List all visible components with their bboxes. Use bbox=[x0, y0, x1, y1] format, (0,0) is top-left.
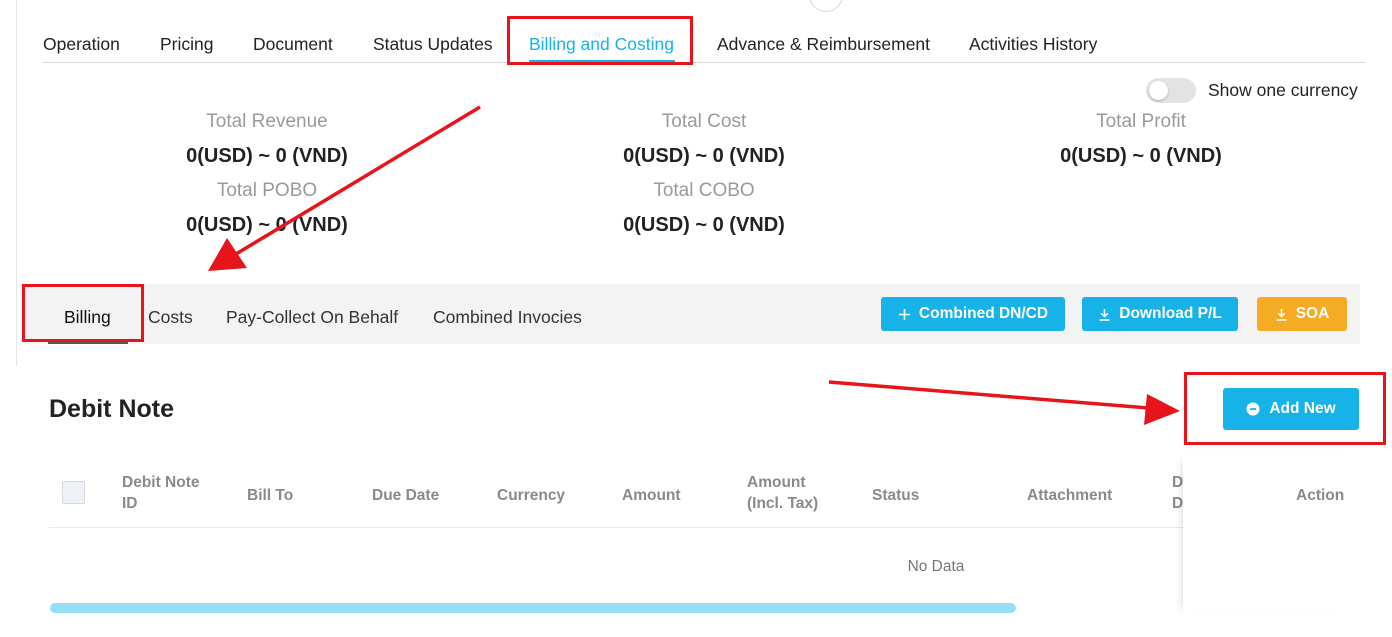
left-divider bbox=[16, 0, 17, 366]
col-action: Action bbox=[1296, 487, 1345, 504]
debit-note-table-header: Debit Note ID Bill To Due Date Currency … bbox=[49, 462, 1359, 528]
total-cobo-label: Total COBO bbox=[653, 180, 755, 201]
annotation-box-add-new bbox=[1184, 372, 1386, 445]
tab-pricing[interactable]: Pricing bbox=[160, 34, 214, 55]
download-pl-label: Download P/L bbox=[1119, 305, 1222, 322]
total-profit-value: 0(USD) ~ 0 (VND) bbox=[1060, 145, 1222, 167]
total-pobo-value: 0(USD) ~ 0 (VND) bbox=[186, 214, 348, 236]
tab-status-updates[interactable]: Status Updates bbox=[373, 34, 493, 55]
show-one-currency-label: Show one currency bbox=[1208, 80, 1358, 100]
col-attachment[interactable]: Attachment bbox=[1027, 485, 1112, 506]
download-pl-button[interactable]: Download P/L bbox=[1082, 297, 1238, 331]
col-debit-note-id-line2: ID bbox=[122, 495, 138, 512]
subtab-costs[interactable]: Costs bbox=[148, 307, 193, 328]
combined-dn-cd-label: Combined DN/CD bbox=[918, 305, 1049, 322]
total-revenue-label: Total Revenue bbox=[206, 111, 328, 132]
download-icon bbox=[1275, 308, 1288, 321]
main-tabs: Operation Pricing Document Status Update… bbox=[42, 26, 1366, 63]
download-icon bbox=[1098, 308, 1111, 321]
billing-subtab-bar: Billing Costs Pay-Collect On Behalf Comb… bbox=[24, 284, 1360, 344]
plus-icon bbox=[898, 308, 911, 321]
col-debit-note-id[interactable]: Debit Note ID bbox=[122, 472, 200, 514]
col-amount-incl-tax[interactable]: Amount (Incl. Tax) bbox=[747, 472, 818, 514]
col-status[interactable]: Status bbox=[872, 485, 919, 506]
col-truncated[interactable]: D D bbox=[1172, 472, 1183, 514]
col-debit-note-id-line1: Debit Note bbox=[122, 474, 200, 491]
tab-operation[interactable]: Operation bbox=[43, 34, 120, 55]
total-revenue-value: 0(USD) ~ 0 (VND) bbox=[186, 145, 348, 167]
annotation-box-billing-subtab bbox=[22, 284, 144, 342]
debit-note-title: Debit Note bbox=[49, 395, 174, 423]
col-amount[interactable]: Amount bbox=[622, 485, 681, 506]
col-currency[interactable]: Currency bbox=[497, 485, 565, 506]
tab-activities-history[interactable]: Activities History bbox=[969, 34, 1097, 55]
tab-advance-reimbursement[interactable]: Advance & Reimbursement bbox=[717, 34, 930, 55]
col-due-date[interactable]: Due Date bbox=[372, 485, 439, 506]
total-cost-value: 0(USD) ~ 0 (VND) bbox=[623, 145, 785, 167]
horizontal-scrollbar[interactable] bbox=[50, 603, 1016, 613]
col-amount-incl-tax-line2: (Incl. Tax) bbox=[747, 495, 819, 512]
total-profit-label: Total Profit bbox=[1096, 111, 1186, 132]
total-pobo-label: Total POBO bbox=[216, 180, 318, 201]
top-handle-icon bbox=[809, 0, 843, 12]
col-truncated-line2: D bbox=[1172, 495, 1184, 512]
show-one-currency-toggle[interactable] bbox=[1146, 78, 1196, 103]
action-column-fixed: Action bbox=[1183, 455, 1359, 615]
combined-dn-cd-button[interactable]: Combined DN/CD bbox=[881, 297, 1065, 331]
subtab-pay-collect-on-behalf[interactable]: Pay-Collect On Behalf bbox=[226, 307, 398, 328]
total-cost-label: Total Cost bbox=[661, 111, 747, 132]
col-amount-incl-tax-line1: Amount bbox=[747, 474, 806, 491]
total-cobo-value: 0(USD) ~ 0 (VND) bbox=[623, 214, 785, 236]
col-bill-to[interactable]: Bill To bbox=[247, 485, 293, 506]
soa-label: SOA bbox=[1295, 305, 1330, 322]
select-all-checkbox[interactable] bbox=[62, 481, 85, 504]
empty-state-text: No Data bbox=[907, 558, 965, 575]
soa-button[interactable]: SOA bbox=[1257, 297, 1347, 331]
subtab-combined-invoices[interactable]: Combined Invocies bbox=[433, 307, 582, 328]
toggle-knob bbox=[1149, 81, 1168, 100]
annotation-box-billing-costing-tab bbox=[507, 16, 693, 65]
tab-document[interactable]: Document bbox=[253, 34, 333, 55]
col-truncated-line1: D bbox=[1172, 474, 1184, 491]
annotation-arrow-to-add-new bbox=[828, 380, 1180, 425]
